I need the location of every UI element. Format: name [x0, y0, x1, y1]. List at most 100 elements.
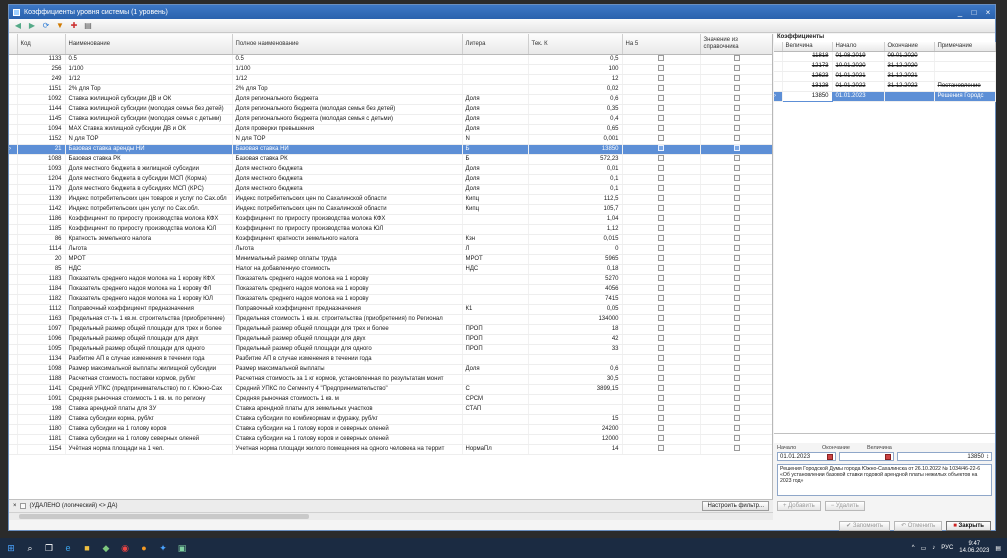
cell-na5-checkbox[interactable]	[658, 154, 664, 161]
cell-name[interactable]: Расчетная стоимость поставки кормов, руб…	[65, 374, 233, 385]
filter-enable-checkbox[interactable]	[19, 503, 26, 509]
cell-from-ref[interactable]	[700, 334, 772, 345]
cell-na5-checkbox[interactable]	[658, 54, 664, 61]
notifications-icon[interactable]: ▤	[995, 545, 1001, 552]
cell-tek-k[interactable]: 5270	[528, 274, 623, 285]
cell-litera[interactable]: Доля	[462, 174, 529, 185]
cell-from-ref[interactable]	[700, 154, 772, 165]
cell-tek-k[interactable]: 30,5	[528, 374, 623, 385]
cell-code[interactable]: 1179	[17, 184, 66, 195]
cell-tek-k[interactable]: 0,001	[528, 134, 623, 145]
file-explorer-icon[interactable]: ■	[82, 543, 92, 553]
cell-na5-checkbox[interactable]	[658, 264, 664, 271]
cell-from-ref-checkbox[interactable]	[733, 294, 740, 301]
row-indicator[interactable]	[9, 414, 18, 425]
cell-from-ref-checkbox[interactable]	[733, 364, 740, 371]
cell-from-ref[interactable]	[700, 64, 772, 75]
cell-name[interactable]: Разбитие АП в случае изменения в течении…	[65, 354, 233, 365]
cell-na5-checkbox[interactable]	[658, 284, 664, 291]
cell-name[interactable]: Показатель среднего надоя молока на 1 ко…	[65, 284, 233, 295]
history-row[interactable]: 12623 01.01.2021 31.12.2021	[774, 71, 996, 82]
row-indicator[interactable]	[9, 324, 18, 335]
cell-code[interactable]: 1133	[17, 54, 66, 65]
cell-litera[interactable]: Доля	[462, 104, 529, 115]
clear-filter-icon[interactable]: ×	[13, 503, 17, 509]
cell-from-ref-checkbox[interactable]	[733, 394, 740, 401]
cell-code[interactable]: 1095	[17, 344, 66, 355]
start-date-field[interactable]: 01.01.2023	[777, 452, 837, 461]
cell-code[interactable]: 1112	[17, 304, 66, 315]
cell-name[interactable]: Льгота	[65, 244, 233, 255]
note-memo[interactable]: Решения Городской Думы города Южно-Сахал…	[777, 464, 992, 496]
cell-from-ref[interactable]	[700, 424, 772, 435]
row-indicator[interactable]	[9, 384, 18, 395]
cell-code[interactable]: 86	[17, 234, 66, 245]
cell-name[interactable]: Доля местного бюджета в жилищной субсиди…	[65, 164, 233, 175]
cell-litera[interactable]: Доля	[462, 124, 529, 135]
task-view-icon[interactable]: ❐	[44, 543, 54, 553]
cell-litera[interactable]: Доля	[462, 94, 529, 105]
cell-na5[interactable]	[622, 444, 701, 455]
cell-tek-k[interactable]: 1,12	[528, 224, 623, 235]
cell-na5[interactable]	[622, 74, 701, 85]
row-indicator[interactable]	[9, 434, 18, 445]
row-indicator[interactable]	[9, 134, 18, 145]
cell-na5[interactable]	[622, 244, 701, 255]
cell-litera[interactable]	[462, 274, 529, 285]
cell-name[interactable]: MAX Ставка жилищной субсидии ДВ и ОК	[65, 124, 233, 135]
cell-tek-k[interactable]: 0,01	[528, 164, 623, 175]
cell-from-ref[interactable]	[700, 344, 772, 355]
table-row[interactable]: 1098 Размер максимальной выплаты жилищной…	[9, 364, 772, 375]
cell-tek-k[interactable]: 100	[528, 64, 623, 75]
table-row[interactable]: 1095 Предельный размер общей площади для …	[9, 344, 772, 355]
col-header-full-name[interactable]: Полное наименование	[232, 34, 463, 55]
cell-litera[interactable]: Б	[462, 154, 529, 165]
cell-code[interactable]: 1163	[17, 314, 66, 325]
cell-na5-checkbox[interactable]	[658, 294, 664, 301]
close-window-button[interactable]: ×	[981, 8, 995, 17]
cell-tek-k[interactable]: 1,04	[528, 214, 623, 225]
cell-tek-k[interactable]: 13850	[528, 144, 623, 155]
cell-from-ref-checkbox[interactable]	[733, 154, 740, 161]
cell-from-ref-checkbox[interactable]	[733, 54, 740, 61]
cell-na5-checkbox[interactable]	[658, 274, 664, 281]
cell-full-name[interactable]: Ставка арендной платы для земельных учас…	[232, 404, 463, 415]
cell-code[interactable]: 1180	[17, 424, 66, 435]
cell-from-ref-checkbox[interactable]	[733, 324, 740, 331]
cell-name[interactable]: Средний УПКС (предпринимательство) по г.…	[65, 384, 233, 395]
cell-na5-checkbox[interactable]	[658, 394, 664, 401]
close-button[interactable]: ■ Закрыть	[946, 521, 991, 531]
cell-litera[interactable]	[462, 64, 529, 75]
cell-litera[interactable]	[462, 224, 529, 235]
history-row[interactable]: 11818 01.08.2019 09.01.2020	[774, 51, 996, 62]
cell-from-ref-checkbox[interactable]	[733, 134, 740, 141]
cell-na5[interactable]	[622, 264, 701, 275]
table-row[interactable]: 1093 Доля местного бюджета в жилищной суб…	[9, 164, 772, 175]
cell-from-ref[interactable]	[700, 214, 772, 225]
cell-full-name[interactable]: Ставка субсидии на 1 голову коров и севе…	[232, 434, 463, 445]
cell-from-ref[interactable]	[700, 174, 772, 185]
table-row[interactable]: 1097 Предельный размер общей площади для …	[9, 324, 772, 335]
cell-litera[interactable]: N	[462, 134, 529, 145]
table-row[interactable]: 1185 Коэффициент по приросту производства…	[9, 224, 772, 235]
cell-from-ref[interactable]	[700, 284, 772, 295]
table-row[interactable]: 1142 Индекс потребительских цен услуг по …	[9, 204, 772, 215]
cell-name[interactable]: МРОТ	[65, 254, 233, 265]
cell-from-ref[interactable]	[700, 374, 772, 385]
cell-from-ref-checkbox[interactable]	[733, 184, 740, 191]
cell-na5[interactable]	[622, 164, 701, 175]
cell-full-name[interactable]: Предельный размер общей площади для одно…	[232, 344, 463, 355]
cell-na5[interactable]	[622, 274, 701, 285]
scrollbar-thumb[interactable]	[19, 514, 309, 519]
cell-litera[interactable]: НДС	[462, 264, 529, 275]
cell-full-name[interactable]: Показатель среднего надоя молока на 1 ко…	[232, 284, 463, 295]
cell-code[interactable]: 1141	[17, 384, 66, 395]
row-indicator[interactable]	[9, 204, 18, 215]
cell-tek-k[interactable]: 3899,15	[528, 384, 623, 395]
cell-na5-checkbox[interactable]	[658, 104, 664, 111]
cell-name[interactable]: НДС	[65, 264, 233, 275]
cell-na5[interactable]	[622, 64, 701, 75]
cell-na5-checkbox[interactable]	[658, 424, 664, 431]
table-row[interactable]: 1182 Показатель среднего надоя молока на …	[9, 294, 772, 305]
table-row[interactable]: 1181 Ставка субсидии на 1 голову северных…	[9, 434, 772, 445]
